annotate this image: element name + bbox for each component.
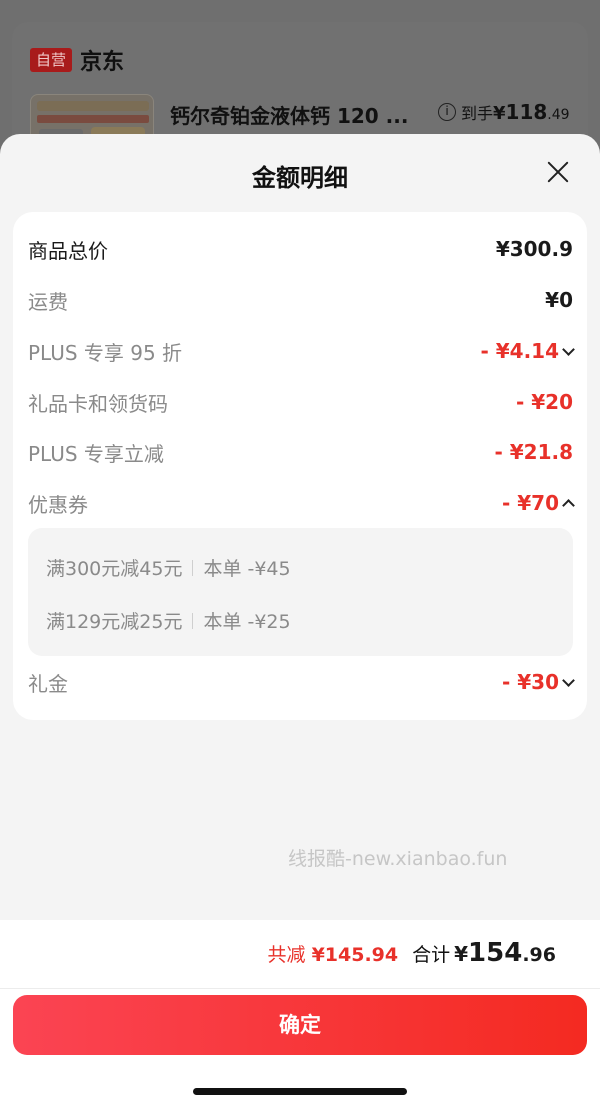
divider — [192, 612, 194, 629]
saved-label: 共减 — [267, 944, 306, 966]
close-icon[interactable] — [546, 160, 570, 184]
row-label: 运费 — [28, 289, 68, 314]
home-indicator[interactable] — [193, 1088, 407, 1095]
bottom-bar: 共减 ¥145.94 合计 ¥ 154 .96 确定 — [0, 920, 600, 1108]
row-label: 优惠券 — [28, 492, 88, 517]
row-plus-instant-off: PLUS 专享立减 - ¥21.8 — [28, 437, 573, 467]
final-price-label: 到手 — [461, 104, 494, 123]
coupon-name: 满300元减45元 — [46, 558, 183, 580]
watermark: 线报酷-new.xianbao.fun — [288, 848, 508, 870]
row-value: ¥0 — [545, 288, 573, 312]
row-shipping: 运费 ¥0 — [28, 285, 573, 315]
coupon-item: 满300元减45元 本单 -¥45 — [46, 554, 291, 581]
coupon-discount: 本单 -¥25 — [203, 611, 291, 633]
final-price-decimal: .49 — [547, 107, 570, 123]
total-decimal: .96 — [522, 944, 556, 966]
row-goods-total: 商品总价 ¥300.9 — [28, 234, 573, 264]
row-label: 商品总价 — [28, 238, 108, 263]
product-title: 钙尔奇铂金液体钙 120 ... — [170, 104, 409, 128]
coupon-item: 满129元减25元 本单 -¥25 — [46, 607, 291, 634]
row-label: PLUS 专享 95 折 — [28, 340, 183, 365]
row-value: - ¥70 — [501, 491, 559, 515]
final-price-currency: ¥ — [493, 103, 506, 124]
total-label: 合计 — [412, 944, 451, 966]
chevron-down-icon[interactable] — [562, 673, 575, 687]
total-currency: ¥ — [454, 942, 469, 966]
row-value-wrap: - ¥70 — [501, 491, 575, 515]
divider — [0, 988, 600, 989]
shop-header: 自营 京东 — [30, 44, 124, 76]
total-integer: 154 — [468, 938, 523, 968]
saved-amount: 共减 ¥145.94 — [268, 940, 399, 967]
sheet-title: 金额明细 — [252, 164, 348, 192]
coupon-name: 满129元减25元 — [46, 611, 183, 633]
row-value-wrap: - ¥30 — [501, 670, 575, 694]
row-value: - ¥4.14 — [480, 339, 559, 363]
price-summary: 共减 ¥145.94 合计 ¥ 154 .96 — [268, 938, 557, 968]
chevron-up-icon[interactable] — [562, 498, 575, 512]
row-value: - ¥20 — [515, 390, 573, 414]
self-operated-badge: 自营 — [30, 48, 73, 72]
saved-value: ¥145.94 — [311, 944, 399, 966]
row-gift-money[interactable]: 礼金 - ¥30 — [28, 667, 575, 697]
row-gift-card: 礼品卡和领货码 - ¥20 — [28, 387, 573, 417]
amount-detail-card: 商品总价 ¥300.9 运费 ¥0 PLUS 专享 95 折 - ¥4.14 礼… — [13, 212, 587, 720]
divider — [192, 559, 194, 576]
row-value-wrap: - ¥4.14 — [480, 339, 575, 363]
chevron-down-icon[interactable] — [562, 342, 575, 356]
coupon-discount: 本单 -¥45 — [203, 558, 291, 580]
row-value: ¥300.9 — [495, 237, 573, 261]
row-coupons[interactable]: 优惠券 - ¥70 — [28, 488, 575, 518]
row-label: PLUS 专享立减 — [28, 441, 164, 466]
confirm-button[interactable]: 确定 — [13, 995, 587, 1055]
info-icon: i — [438, 103, 456, 121]
row-label: 礼品卡和领货码 — [28, 391, 168, 416]
final-price: i 到手 ¥ 118 .49 — [438, 100, 570, 124]
row-value: - ¥21.8 — [494, 440, 573, 464]
final-price-integer: 118 — [505, 100, 548, 124]
row-label: 礼金 — [28, 671, 68, 696]
shop-name: 京东 — [80, 50, 125, 75]
coupon-detail-box: 满300元减45元 本单 -¥45 满129元减25元 本单 -¥25 — [28, 528, 573, 656]
row-plus-discount[interactable]: PLUS 专享 95 折 - ¥4.14 — [28, 336, 575, 366]
row-value: - ¥30 — [501, 670, 559, 694]
